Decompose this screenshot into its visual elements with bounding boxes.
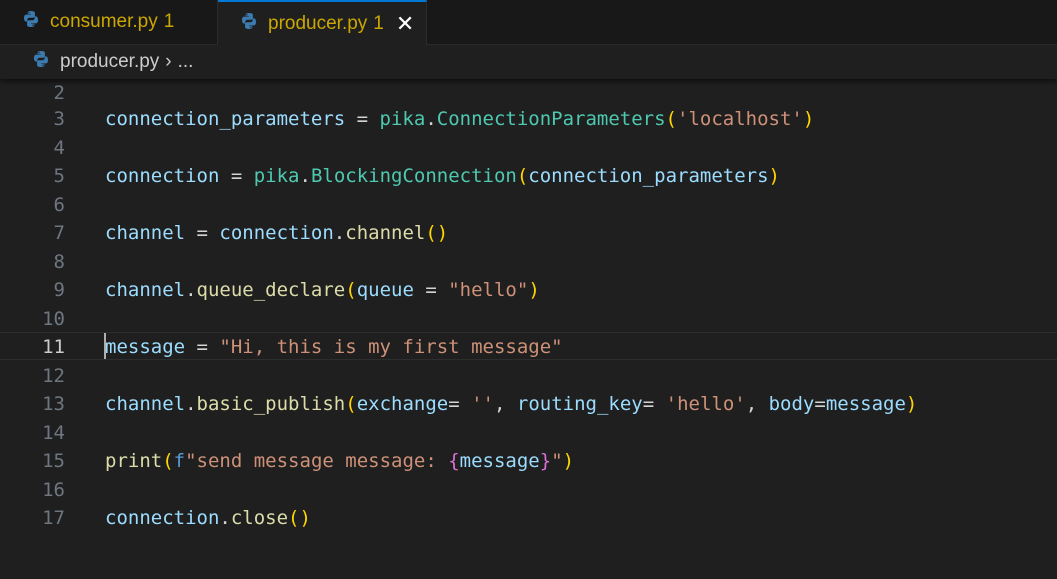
line-number: 14	[42, 422, 65, 444]
code-line: 14	[0, 419, 1057, 447]
code-text: connection = pika.BlockingConnection(con…	[105, 165, 780, 187]
line-number: 3	[53, 108, 65, 130]
line-number: 8	[53, 251, 65, 273]
code-line: 17 connection.close()	[0, 504, 1057, 532]
code-line: 10	[0, 305, 1057, 333]
code-line: 2	[0, 79, 1057, 107]
line-number: 9	[53, 279, 65, 301]
line-number: 7	[53, 222, 65, 244]
tab-label: producer.py	[268, 12, 368, 34]
tab-producer[interactable]: producer.py 1 ✕	[218, 0, 427, 45]
code-line-current: 11 message = "Hi, this is my first messa…	[0, 332, 1057, 360]
code-editor[interactable]: 2 3 connection_parameters = pika.Connect…	[0, 79, 1057, 579]
line-number: 5	[53, 165, 65, 187]
code-text: connection.close()	[105, 507, 311, 529]
code-line: 9 channel.queue_declare(queue = "hello")	[0, 276, 1057, 304]
chevron-right-icon: ›	[165, 51, 172, 72]
close-icon[interactable]: ✕	[396, 11, 414, 37]
line-number: 17	[42, 507, 65, 529]
code-text: connection_parameters = pika.ConnectionP…	[105, 108, 815, 130]
problems-count: 1	[373, 12, 384, 34]
python-icon	[240, 12, 258, 36]
tab-label: consumer.py	[50, 11, 158, 32]
python-icon	[22, 10, 40, 34]
code-line: 15 print(f"send message message: {messag…	[0, 447, 1057, 475]
python-icon	[32, 50, 50, 74]
tab-consumer[interactable]: consumer.py 1	[0, 0, 218, 44]
code-text: channel.queue_declare(queue = "hello")	[105, 279, 540, 301]
line-number: 4	[53, 137, 65, 159]
line-number: 13	[42, 393, 65, 415]
line-number: 10	[42, 308, 65, 330]
code-line: 16	[0, 476, 1057, 504]
code-text: print(f"send message message: {message}"…	[105, 450, 575, 472]
line-number: 6	[53, 194, 65, 216]
code-line: 13 channel.basic_publish(exchange= '', r…	[0, 390, 1057, 418]
line-number: 15	[42, 450, 65, 472]
line-number: 11	[42, 336, 65, 358]
code-line: 3 connection_parameters = pika.Connectio…	[0, 105, 1057, 133]
breadcrumb: producer.py › ...	[0, 45, 1057, 79]
line-number: 2	[53, 82, 65, 104]
problems-count: 1	[163, 11, 175, 32]
code-line: 4	[0, 134, 1057, 162]
code-text: channel.basic_publish(exchange= '', rout…	[105, 393, 918, 415]
code-line: 12	[0, 362, 1057, 390]
breadcrumb-more[interactable]: ...	[178, 51, 194, 73]
line-number: 12	[42, 365, 65, 387]
code-line: 5 connection = pika.BlockingConnection(c…	[0, 162, 1057, 190]
code-line: 6	[0, 191, 1057, 219]
breadcrumb-file[interactable]: producer.py	[60, 51, 159, 73]
code-text: message = "Hi, this is my first message"	[105, 336, 563, 358]
code-line: 8	[0, 248, 1057, 276]
tab-bar: consumer.py 1 producer.py 1 ✕	[0, 0, 1057, 45]
code-text: channel = connection.channel()	[105, 222, 449, 244]
line-number: 16	[42, 479, 65, 501]
code-line: 7 channel = connection.channel()	[0, 219, 1057, 247]
